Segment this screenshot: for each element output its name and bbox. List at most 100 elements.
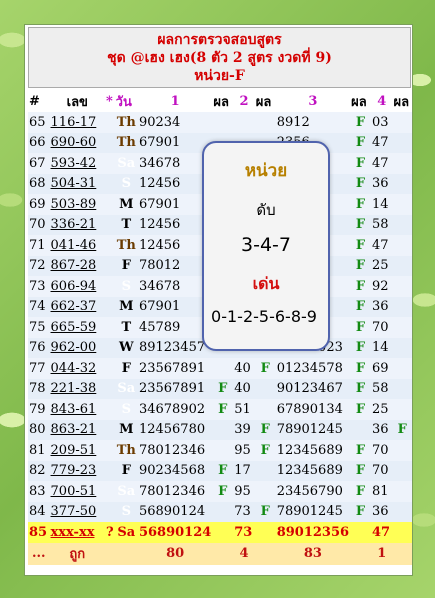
row-set-1: 78012346: [137, 440, 213, 461]
row-set-1: 78012346: [137, 481, 213, 502]
row-set-4: 36: [371, 501, 393, 522]
result-link[interactable]: 116-17: [51, 115, 97, 130]
row-star: [105, 214, 115, 235]
row-set-3: 01234578: [275, 358, 351, 379]
row-result-3: F: [350, 276, 371, 297]
row-day: S: [114, 501, 138, 522]
row-day: S: [114, 276, 138, 297]
row-result-3: F: [350, 235, 371, 256]
row-number-link-cell: 843-61: [49, 399, 106, 420]
row-result-2: [254, 522, 276, 543]
row-set-4: 14: [371, 194, 393, 215]
result-link[interactable]: 863-21: [51, 422, 97, 437]
row-number: 69: [28, 194, 50, 215]
result-link[interactable]: 662-37: [51, 299, 97, 314]
row-number: 66: [28, 132, 50, 153]
row-star: [105, 132, 115, 153]
row-day: Sa: [114, 378, 138, 399]
result-link[interactable]: 606-94: [51, 279, 97, 294]
result-link[interactable]: 700-51: [51, 484, 97, 499]
row-set-1: 67901: [137, 132, 213, 153]
row-result-3: F: [350, 296, 371, 317]
result-link[interactable]: 336-21: [51, 217, 97, 232]
row-result-1: F: [212, 399, 234, 420]
row-result-4: [392, 378, 412, 399]
row-set-2: 40: [233, 358, 255, 379]
result-link[interactable]: 843-61: [51, 402, 97, 417]
row-number: 73: [28, 276, 50, 297]
row-day: F: [114, 358, 138, 379]
row-set-2: 17: [233, 460, 255, 481]
row-set-4: 70: [371, 460, 393, 481]
result-link[interactable]: 962-00: [51, 340, 97, 355]
result-link[interactable]: 690-60: [51, 135, 97, 150]
row-number-link-cell: 863-21: [49, 419, 106, 440]
row-star: [105, 235, 115, 256]
result-link[interactable]: 221-38: [51, 381, 97, 396]
header-result-4: ผล: [392, 91, 412, 112]
header-star: *: [105, 91, 115, 112]
row-set-4: 25: [371, 255, 393, 276]
result-link[interactable]: 209-51: [51, 443, 97, 458]
result-link[interactable]: 593-42: [51, 156, 97, 171]
row-result-4: [392, 194, 412, 215]
row-set-2: 39: [233, 419, 255, 440]
row-star: [105, 337, 115, 358]
popup-unit-label: หน่วย: [244, 161, 288, 181]
row-number-link-cell: 779-23: [49, 460, 106, 481]
row-number: 65: [28, 112, 50, 133]
row-star: [105, 481, 115, 502]
title-line-3: หน่วย-F: [194, 68, 245, 84]
row-set-4: 36: [371, 419, 393, 440]
row-number-link-cell: 503-89: [49, 194, 106, 215]
result-link[interactable]: 044-32: [51, 361, 97, 376]
row-day: F: [114, 255, 138, 276]
row-set-1: 23567891: [137, 378, 213, 399]
row-number-link-cell: 662-37: [49, 296, 106, 317]
row-day: Sa: [114, 481, 138, 502]
row-result-4: [392, 296, 412, 317]
row-result-4: [392, 173, 412, 194]
row-star: [105, 399, 115, 420]
header-set-1: 1: [137, 91, 213, 112]
result-link[interactable]: xxx-xx: [51, 525, 95, 540]
summary-star: [105, 542, 115, 565]
header-set-2: 2: [233, 91, 255, 112]
row-number-link-cell: 209-51: [49, 440, 106, 461]
row-star: [105, 255, 115, 276]
row-number-link-cell: 962-00: [49, 337, 106, 358]
row-set-3: 8912: [275, 112, 351, 133]
row-number-link-cell: 606-94: [49, 276, 106, 297]
row-result-1: F: [212, 460, 234, 481]
row-set-3: 78901245: [275, 419, 351, 440]
result-link[interactable]: 504-31: [51, 176, 97, 191]
row-number: 78: [28, 378, 50, 399]
summary-gap-1: [212, 542, 234, 565]
row-number: 79: [28, 399, 50, 420]
row-set-3: 78901245: [275, 501, 351, 522]
row-star: ?: [105, 522, 115, 543]
row-set-4: 14: [371, 337, 393, 358]
row-result-3: F: [350, 358, 371, 379]
row-set-4: 70: [371, 317, 393, 338]
result-link[interactable]: 665-59: [51, 320, 97, 335]
results-panel: ผลการตรวจสอบสูตร ชุด @เฮง เฮง(8 ตัว 2 สู…: [24, 24, 413, 576]
table-row: 80 863-21 M 12456780 39 F 78901245 36 F: [28, 419, 412, 440]
row-result-4: [392, 460, 412, 481]
result-link[interactable]: 503-89: [51, 197, 97, 212]
row-day: Th: [114, 132, 138, 153]
row-result-3: F: [350, 214, 371, 235]
row-star: [105, 317, 115, 338]
row-star: [105, 378, 115, 399]
result-link[interactable]: 041-46: [51, 238, 97, 253]
table-row: 79 843-61 S 34678902 F 51 67890134 F 25: [28, 399, 412, 420]
result-link[interactable]: 779-23: [51, 463, 97, 478]
result-link[interactable]: 867-28: [51, 258, 97, 273]
table-row: 83 700-51 Sa 78012346 F 95 23456790 F 81: [28, 481, 412, 502]
result-link[interactable]: 377-50: [51, 504, 97, 519]
row-number-link-cell: 377-50: [49, 501, 106, 522]
row-number-link-cell: 690-60: [49, 132, 106, 153]
row-number: 67: [28, 153, 50, 174]
row-star: [105, 296, 115, 317]
row-day: Th: [114, 235, 138, 256]
